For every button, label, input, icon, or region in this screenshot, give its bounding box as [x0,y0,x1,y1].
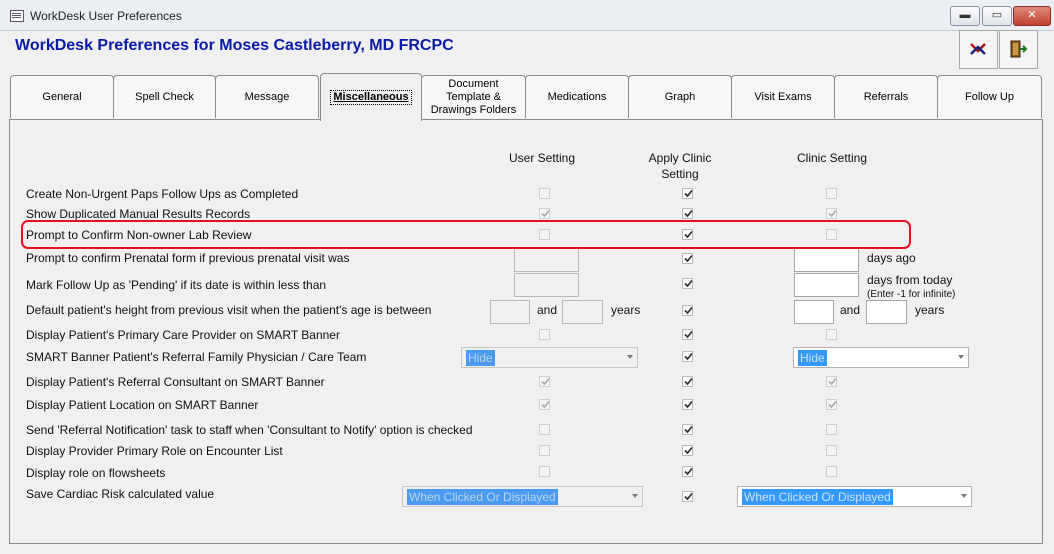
apply-setting-checkbox[interactable] [682,466,693,477]
age-to-user-input[interactable] [562,300,603,324]
clinic-setting-checkbox[interactable] [826,445,837,456]
apply-setting-checkbox[interactable] [682,351,693,362]
and-label-clinic: and [840,303,861,317]
referral-physician-user-select[interactable]: Hide [461,347,638,368]
days-ago-label: days ago [867,251,916,265]
years-label: years [611,303,641,317]
app-icon [10,10,24,22]
tab-spell-check[interactable]: Spell Check [113,75,216,118]
tab-graph[interactable]: Graph [628,75,732,118]
followup-user-days-input[interactable] [514,273,579,297]
user-setting-checkbox[interactable] [539,466,550,477]
chevron-down-icon [961,494,967,498]
tab-miscellaneous[interactable]: Miscellaneous [320,73,422,121]
user-setting-checkbox[interactable] [539,329,550,340]
apply-setting-checkbox[interactable] [682,445,693,456]
maximize-button[interactable]: ▭ [982,6,1012,26]
apply-setting-checkbox[interactable] [682,305,693,316]
column-header-apply-clinic: Apply Clinic [648,151,712,165]
cardiac-risk-user-select[interactable]: When Clicked Or Displayed [402,486,643,507]
exit-door-icon [1010,40,1028,58]
tab-visit-exams[interactable]: Visit Exams [731,75,835,118]
cancel-icon [970,43,986,55]
row-label: Send 'Referral Notification' task to sta… [26,423,473,437]
clinic-setting-checkbox[interactable] [826,466,837,477]
apply-setting-checkbox[interactable] [682,188,693,199]
user-setting-checkbox[interactable] [539,424,550,435]
row-label: Display Patient Location on SMART Banner [26,398,259,412]
prenatal-user-days-input[interactable] [514,248,579,272]
page-title: WorkDesk Preferences for Moses Castleber… [15,37,454,54]
exit-button[interactable] [999,30,1038,69]
infinite-hint-label: (Enter -1 for infinite) [867,289,956,300]
row-label: Display role on flowsheets [26,466,166,480]
tab-follow-up[interactable]: Follow Up [937,75,1042,118]
chevron-down-icon [627,355,633,359]
column-header-clinic-setting: Clinic Setting [796,151,868,165]
clinic-setting-checkbox[interactable] [826,208,837,219]
tab-message[interactable]: Message [215,75,319,118]
row-label: Default patient's height from previous v… [26,303,432,317]
followup-clinic-days-input[interactable] [794,273,859,297]
row-label: Prompt to confirm Prenatal form if previ… [26,251,350,265]
age-to-clinic-input[interactable] [866,300,907,324]
row-label: SMART Banner Patient's Referral Family P… [26,350,367,364]
apply-setting-checkbox[interactable] [682,424,693,435]
cardiac-risk-clinic-select[interactable]: When Clicked Or Displayed [737,486,972,507]
select-value: Hide [466,350,495,366]
user-setting-checkbox[interactable] [539,376,550,387]
chevron-down-icon [958,355,964,359]
row-label: Mark Follow Up as 'Pending' if its date … [26,278,327,292]
select-value: Hide [798,350,827,366]
and-label: and [537,303,558,317]
apply-setting-checkbox[interactable] [682,253,693,264]
user-setting-checkbox[interactable] [539,445,550,456]
chevron-down-icon [632,494,638,498]
apply-setting-checkbox[interactable] [682,208,693,219]
minimize-button[interactable]: ▬ [950,6,980,26]
tab-document-template[interactable]: Document Template & Drawings Folders [421,75,526,118]
clinic-setting-checkbox[interactable] [826,376,837,387]
tab-medications[interactable]: Medications [525,75,629,118]
apply-setting-checkbox[interactable] [682,278,693,289]
title-bar: WorkDesk User Preferences ▬ ▭ ✕ [0,0,1054,31]
prenatal-clinic-days-input[interactable] [794,248,859,272]
days-from-today-label: days from today [867,273,953,287]
age-from-user-input[interactable] [490,300,530,324]
tab-general[interactable]: General [10,75,114,118]
clinic-setting-checkbox[interactable] [826,424,837,435]
row-label: Display Provider Primary Role on Encount… [26,444,283,458]
select-value: When Clicked Or Displayed [407,489,558,505]
row-label: Display Patient's Primary Care Provider … [26,328,340,342]
apply-setting-checkbox[interactable] [682,329,693,340]
row-label: Create Non-Urgent Paps Follow Ups as Com… [26,187,299,201]
clinic-setting-checkbox[interactable] [826,399,837,410]
years-label-clinic: years [915,303,945,317]
close-button[interactable]: ✕ [1013,6,1051,26]
user-setting-checkbox[interactable] [539,208,550,219]
apply-setting-checkbox[interactable] [682,491,693,502]
clinic-setting-checkbox[interactable] [826,329,837,340]
window-title: WorkDesk User Preferences [30,9,182,23]
tab-referrals[interactable]: Referrals [834,75,938,118]
apply-setting-checkbox[interactable] [682,376,693,387]
cancel-button[interactable] [959,30,998,69]
user-setting-checkbox[interactable] [539,399,550,410]
row-label: Save Cardiac Risk calculated value [26,487,215,501]
row-label: Display Patient's Referral Consultant on… [26,375,325,389]
user-setting-checkbox[interactable] [539,188,550,199]
clinic-setting-checkbox[interactable] [826,188,837,199]
highlight-box [21,220,911,249]
age-from-clinic-input[interactable] [794,300,834,324]
column-header-user-setting: User Setting [508,151,576,165]
referral-physician-clinic-select[interactable]: Hide [793,347,969,368]
apply-setting-checkbox[interactable] [682,399,693,410]
select-value: When Clicked Or Displayed [742,489,893,505]
column-header-apply-clinic-line2: Setting [661,167,699,181]
row-label: Show Duplicated Manual Results Records [26,207,251,221]
